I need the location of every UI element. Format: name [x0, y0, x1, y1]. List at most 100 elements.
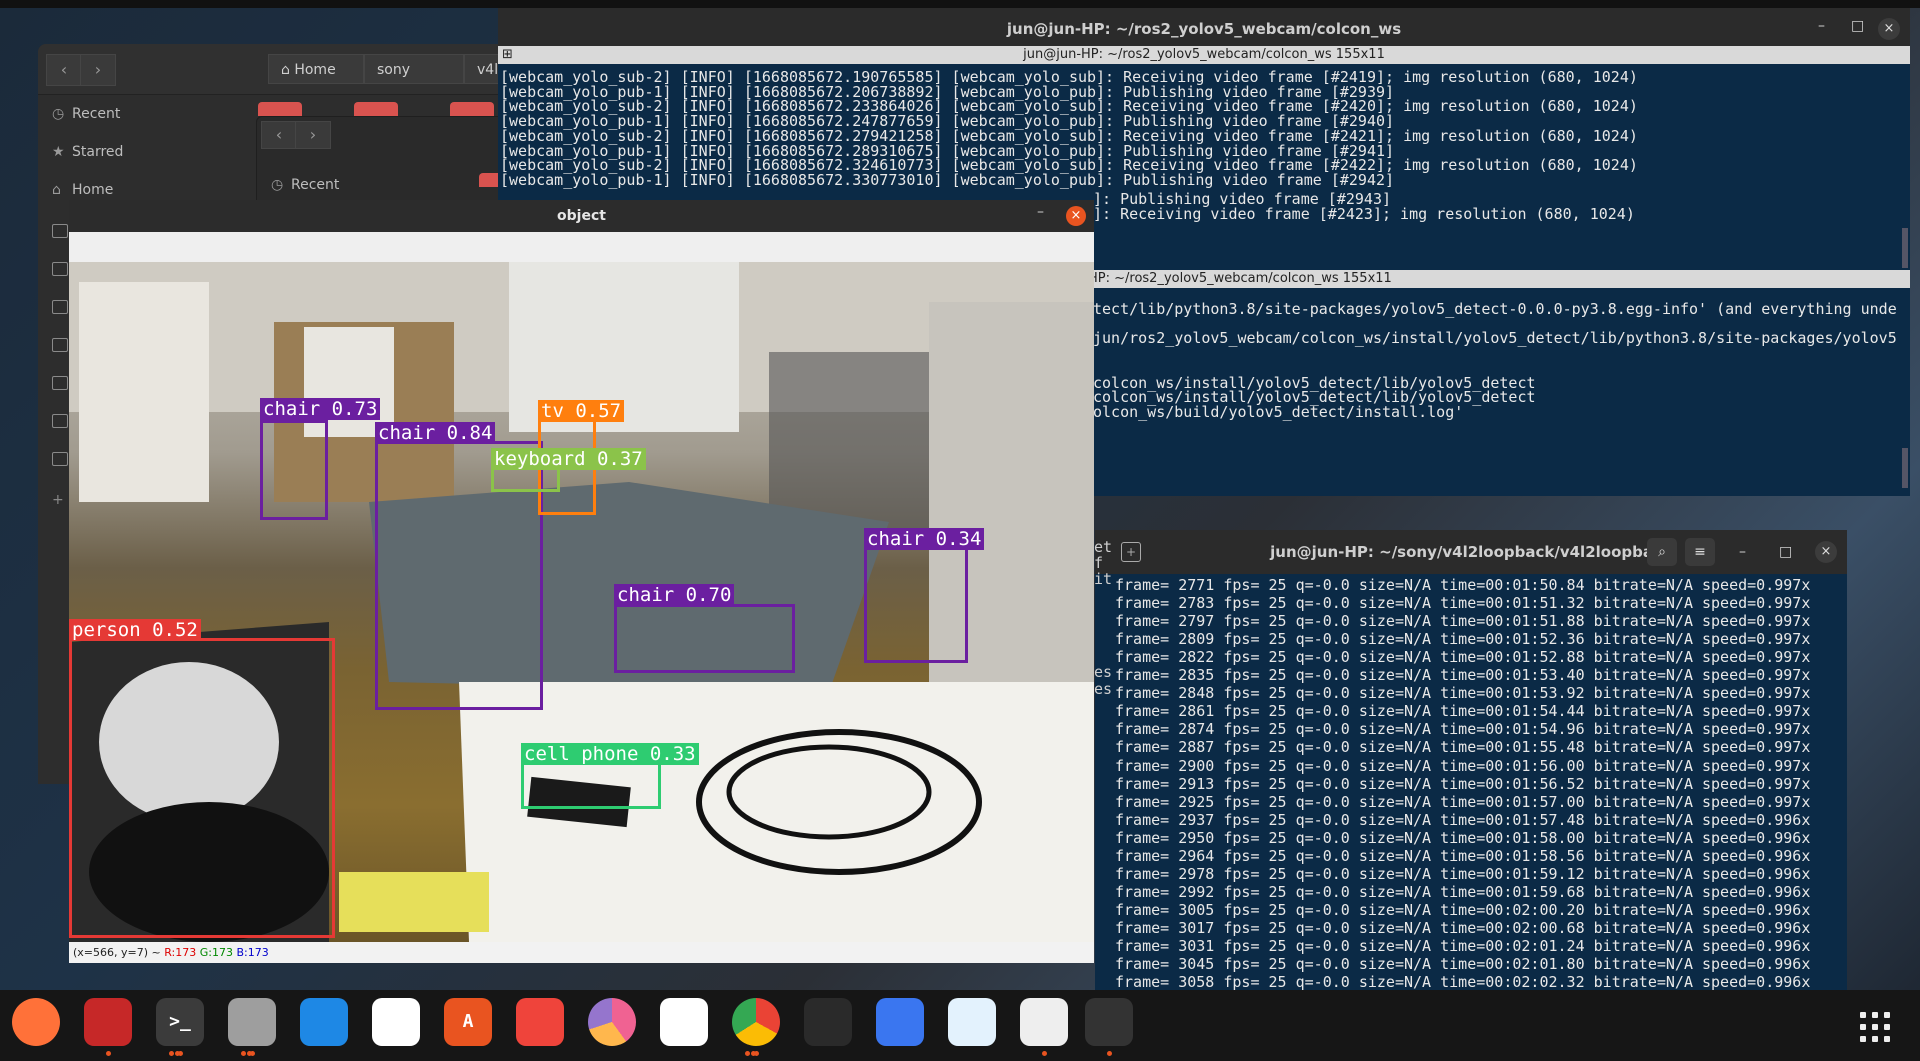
- disk-usage-icon[interactable]: [588, 998, 636, 1046]
- unity-icon[interactable]: [804, 998, 852, 1046]
- close-button[interactable]: ×: [1878, 18, 1900, 40]
- object-detection-window[interactable]: object – × chair 0.73 chair 0.84 tv 0.57 ke…: [69, 200, 1094, 963]
- chevron-right-icon: ›: [309, 125, 317, 144]
- scrollbar[interactable]: [1902, 228, 1908, 268]
- sidebar-item-home[interactable]: ⌂ Home: [52, 182, 113, 198]
- sidebar-item-recent[interactable]: ◷ Recent: [271, 177, 339, 193]
- chevron-left-icon: ‹: [275, 125, 283, 144]
- home-icon: ⌂: [52, 182, 61, 198]
- camera-frame[interactable]: chair 0.73 chair 0.84 tv 0.57 keyboard 0.37…: [69, 262, 1094, 942]
- terminal-title-bar[interactable]: jun@jun-HP: ~/ros2_yolov5_webcam/colcon_…: [498, 8, 1910, 50]
- running-indicator: [241, 1051, 246, 1056]
- chrome-icon[interactable]: [732, 998, 780, 1046]
- terminal-line: frame= 3005 fps= 25 q=-0.0 size=N/A time…: [1115, 900, 1811, 919]
- folder-icon[interactable]: [258, 102, 302, 116]
- terminal-line: frame= 3031 fps= 25 q=-0.0 size=N/A time…: [1115, 937, 1811, 955]
- terminal-line: frame= 2925 fps= 25 q=-0.0 size=N/A time…: [1115, 792, 1811, 811]
- running-indicator: [247, 1051, 252, 1056]
- running-indicator: [169, 1051, 174, 1056]
- grid-dot: [1872, 1036, 1878, 1042]
- documents-icon[interactable]: [52, 262, 68, 276]
- terminal-line: jun/ros2_yolov5_webcam/colcon_ws/install…: [1093, 329, 1897, 348]
- folder-icon[interactable]: [354, 102, 398, 116]
- terminal-title-bar[interactable]: jun@jun-HP: ~/sony/v4l2loopback/v4l2loop…: [1095, 530, 1847, 574]
- terminal-line: frame= 3017 fps= 25 q=-0.0 size=N/A time…: [1115, 918, 1811, 937]
- maximize-button[interactable]: □: [1779, 544, 1792, 560]
- screenshot-app-icon[interactable]: [84, 998, 132, 1046]
- videos-icon[interactable]: [52, 414, 68, 428]
- terminal-icon[interactable]: >_: [156, 998, 204, 1046]
- close-button[interactable]: ×: [1815, 541, 1837, 563]
- breadcrumb-home[interactable]: ⌂ Home: [268, 54, 364, 84]
- desktop-icon[interactable]: [52, 224, 68, 238]
- icon-glyph: A: [462, 1011, 474, 1032]
- new-tab-icon[interactable]: +: [1121, 542, 1141, 562]
- detection-label: keyboard 0.37: [491, 448, 646, 470]
- star-icon: ★: [52, 144, 65, 160]
- breadcrumb-sony[interactable]: sony: [364, 54, 464, 84]
- detection-label: person 0.52: [69, 619, 201, 641]
- minimize-button[interactable]: –: [1739, 544, 1746, 560]
- grid-icon[interactable]: [1860, 1012, 1896, 1048]
- back-button[interactable]: ‹: [261, 121, 297, 149]
- terminal-window-v4l2loopback[interactable]: jun@jun-HP: ~/sony/v4l2loopback/v4l2loop…: [1095, 530, 1847, 992]
- detection-label: tv 0.57: [538, 400, 625, 422]
- sidebar-item-starred[interactable]: ★ Starred: [52, 144, 123, 160]
- window-title-bar[interactable]: object: [69, 200, 1094, 232]
- notes-icon[interactable]: [660, 998, 708, 1046]
- split-pane-icon[interactable]: ⊞: [502, 46, 513, 64]
- back-button[interactable]: ‹: [46, 54, 82, 86]
- slack-icon[interactable]: [372, 998, 420, 1046]
- trash-icon[interactable]: [52, 452, 68, 466]
- vscode-icon[interactable]: [300, 998, 348, 1046]
- grid-dot: [1872, 1012, 1878, 1018]
- terminal-line: frame= 3058 fps= 25 q=-0.0 size=N/A time…: [1115, 973, 1811, 992]
- grid-dot: [1884, 1024, 1890, 1030]
- detection-box-chair: [614, 604, 795, 673]
- music-icon[interactable]: [52, 338, 68, 352]
- signal-icon[interactable]: [876, 998, 924, 1046]
- terminal-line: frame= 2937 fps= 25 q=-0.0 size=N/A time…: [1115, 810, 1811, 829]
- detection-box-chair: [864, 539, 968, 663]
- terminal-line: frame= 2964 fps= 25 q=-0.0 size=N/A time…: [1115, 846, 1811, 865]
- sidebar-item-recent[interactable]: ◷ Recent: [52, 106, 120, 122]
- software-center-icon[interactable]: A: [444, 998, 492, 1046]
- terminal-line: frame= 2913 fps= 25 q=-0.0 size=N/A time…: [1115, 774, 1811, 793]
- add-location-icon[interactable]: +: [52, 492, 64, 508]
- pictures-icon[interactable]: [52, 376, 68, 390]
- grid-dot: [1884, 1012, 1890, 1018]
- close-icon: ×: [1070, 208, 1082, 223]
- menu-icon[interactable]: ≡: [1685, 538, 1715, 566]
- chevron-left-icon: ‹: [60, 60, 68, 79]
- firefox-icon[interactable]: [12, 998, 60, 1046]
- text-editor-icon[interactable]: [948, 998, 996, 1046]
- running-indicator: [1107, 1051, 1112, 1056]
- terminal-line: frame= 3045 fps= 25 q=-0.0 size=N/A time…: [1115, 955, 1811, 974]
- scrollbar[interactable]: [1902, 448, 1908, 488]
- top-bar: [0, 0, 1920, 8]
- terminal-line: frame= 2900 fps= 25 q=-0.0 size=N/A time…: [1115, 756, 1811, 775]
- terminal-text-fragment: it: [1094, 570, 1113, 588]
- anydesk-icon[interactable]: [516, 998, 564, 1046]
- window-toolbar: [69, 232, 1094, 262]
- detection-box-person: [69, 638, 335, 938]
- files-icon[interactable]: [228, 998, 276, 1046]
- document-viewer-icon[interactable]: [1020, 998, 1068, 1046]
- forward-button[interactable]: ›: [295, 121, 331, 149]
- close-icon: ×: [1883, 21, 1895, 36]
- terminal-text-fragment: es: [1094, 680, 1113, 698]
- folder-icon[interactable]: [450, 102, 494, 116]
- minimize-button[interactable]: –: [1037, 204, 1044, 220]
- terminal-line: frame= 2887 fps= 25 q=-0.0 size=N/A time…: [1115, 738, 1811, 757]
- minimize-button[interactable]: –: [1818, 18, 1825, 34]
- terminal-line: frame= 2783 fps= 25 q=-0.0 size=N/A time…: [1115, 594, 1811, 613]
- forward-button[interactable]: ›: [80, 54, 116, 86]
- detection-label: chair 0.84: [375, 422, 496, 444]
- running-indicator: [175, 1051, 180, 1056]
- maximize-button[interactable]: □: [1851, 18, 1864, 34]
- downloads-icon[interactable]: [52, 300, 68, 314]
- search-icon[interactable]: ⌕: [1647, 538, 1677, 566]
- active-window-icon[interactable]: [1085, 998, 1133, 1046]
- grid-dot: [1872, 1024, 1878, 1030]
- close-button[interactable]: ×: [1066, 206, 1086, 226]
